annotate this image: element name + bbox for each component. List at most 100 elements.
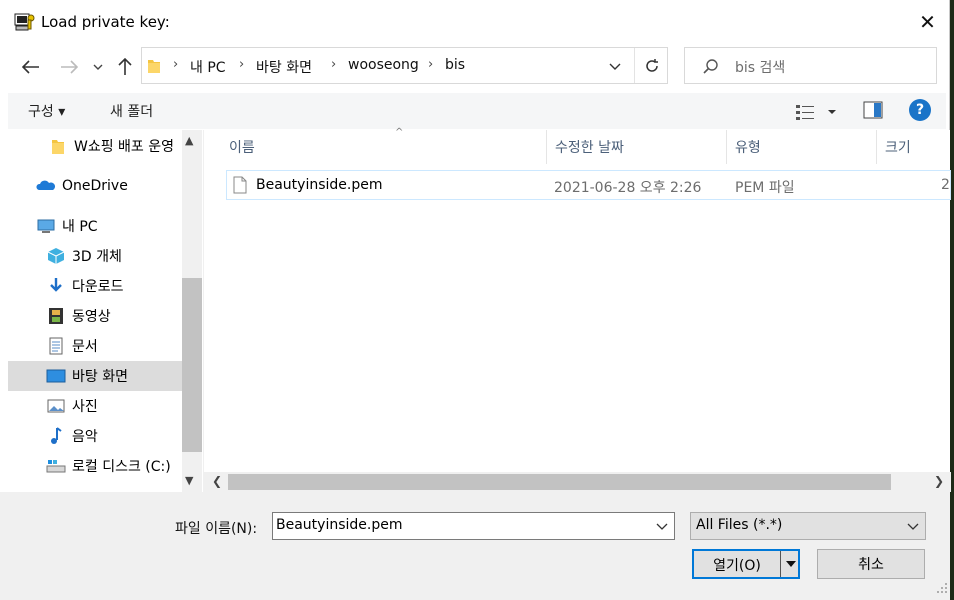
table-row[interactable]: Beautyinside.pem 2021-06-28 오후 2:26 PEM …	[226, 170, 951, 200]
column-header-date-modified[interactable]: 수정한 날짜	[547, 130, 727, 164]
nav-item-wshopping-folder[interactable]: W쇼핑 배포 운영	[8, 131, 182, 161]
nav-item-videos[interactable]: 동영상	[8, 301, 182, 331]
nav-item-label: 음악	[72, 429, 98, 445]
address-history-dropdown[interactable]	[600, 51, 630, 81]
preview-pane-icon[interactable]	[863, 101, 883, 119]
download-icon	[50, 278, 62, 292]
nav-item-onedrive[interactable]: OneDrive	[8, 171, 182, 201]
nav-item-label: 3D 개체	[72, 249, 122, 265]
refresh-button[interactable]	[634, 48, 669, 83]
nav-vertical-scrollbar[interactable]: ▲ ▼	[182, 130, 202, 492]
chevron-down-icon	[907, 523, 919, 530]
file-list-horizontal-scrollbar[interactable]: ❮ ❯	[204, 472, 951, 492]
breadcrumb-bis[interactable]: bis	[445, 57, 465, 73]
close-button[interactable]: ✕	[905, 0, 950, 44]
column-header-label: 이름	[229, 140, 255, 156]
file-name: Beautyinside.pem	[256, 177, 383, 193]
film-icon	[49, 308, 63, 324]
refresh-icon	[646, 58, 658, 72]
breadcrumb-separator: ›	[331, 57, 337, 72]
load-private-key-dialog: Load private key: ✕ › 내 PC › 바탕 화면 › woo…	[0, 0, 951, 600]
address-bar[interactable]: › 내 PC › 바탕 화면 › wooseong › bis	[141, 47, 668, 84]
drive-icon	[46, 460, 66, 473]
file-icon	[233, 176, 247, 194]
title-bar[interactable]: Load private key: ✕	[0, 0, 950, 44]
scroll-up-arrow-icon[interactable]: ▲	[185, 134, 193, 147]
file-type: PEM 파일	[735, 180, 795, 196]
arrow-right-icon	[61, 60, 78, 74]
filename-value[interactable]: Beautyinside.pem	[276, 517, 402, 533]
scrollbar-thumb[interactable]	[228, 474, 891, 490]
nav-item-desktop[interactable]: 바탕 화면	[8, 361, 182, 391]
nav-item-label: W쇼핑 배포 운영	[74, 139, 175, 155]
search-box[interactable]: bis 검색	[684, 47, 937, 84]
nav-item-downloads[interactable]: 다운로드	[8, 271, 182, 301]
navigation-pane[interactable]: W쇼핑 배포 운영 OneDrive 내 PC 3D 개체 다운로드 동영상 문…	[8, 130, 202, 492]
scrollbar-thumb[interactable]	[182, 278, 202, 452]
caret-down-icon	[785, 561, 796, 567]
nav-item-label: 바탕 화면	[72, 369, 128, 385]
nav-item-local-disk-c[interactable]: 로컬 디스크 (C:)	[8, 451, 182, 481]
nav-item-label: 다운로드	[72, 279, 124, 295]
chevron-down-icon[interactable]	[656, 517, 668, 535]
cancel-button-label: 취소	[858, 557, 884, 573]
scroll-down-arrow-icon[interactable]: ▼	[185, 474, 193, 487]
search-icon	[703, 59, 718, 74]
close-icon: ✕	[919, 10, 936, 34]
new-folder-button[interactable]: 새 폴더	[110, 101, 153, 121]
scroll-right-arrow-icon[interactable]: ❯	[934, 474, 944, 488]
up-button[interactable]	[110, 52, 140, 82]
column-header-size[interactable]: 크기	[877, 130, 951, 164]
forward-button[interactable]	[54, 52, 84, 82]
dialog-footer: 파일 이름(N): Beautyinside.pem All Files (*.…	[0, 492, 950, 600]
desktop-icon	[46, 369, 66, 383]
breadcrumb-desktop[interactable]: 바탕 화면	[256, 57, 312, 77]
breadcrumb-wooseong[interactable]: wooseong	[348, 57, 419, 73]
command-toolbar: 구성 ▾ 새 폴더 ?	[8, 93, 946, 129]
column-header-name[interactable]: 이름 ^	[221, 127, 547, 164]
column-header-label: 수정한 날짜	[555, 140, 624, 156]
organize-menu-button[interactable]: 구성 ▾	[28, 101, 65, 121]
filename-input[interactable]: Beautyinside.pem	[272, 512, 675, 540]
nav-item-label: 사진	[72, 399, 98, 415]
help-button[interactable]: ?	[909, 99, 931, 121]
column-header-label: 유형	[735, 140, 761, 156]
column-header-type[interactable]: 유형	[727, 130, 877, 164]
file-list-pane[interactable]: 이름 ^ 수정한 날짜 유형 크기 Beautyinside.pem 2021-…	[203, 127, 951, 492]
resize-grip-icon[interactable]	[934, 580, 948, 594]
nav-item-label: 내 PC	[62, 219, 98, 235]
back-button[interactable]	[16, 52, 46, 82]
change-view-button[interactable]	[796, 101, 840, 123]
open-button[interactable]: 열기(O)	[692, 549, 800, 579]
picture-icon	[47, 399, 65, 413]
chevron-down-icon	[609, 63, 621, 70]
putty-key-icon	[14, 13, 35, 31]
nav-item-label: 문서	[72, 339, 98, 355]
file-type-select[interactable]: All Files (*.*)	[690, 512, 926, 540]
cancel-button[interactable]: 취소	[817, 549, 925, 579]
open-options-dropdown[interactable]	[780, 551, 800, 577]
desktop-background	[950, 0, 954, 600]
breadcrumb-separator: ›	[239, 57, 245, 72]
scroll-left-arrow-icon[interactable]: ❮	[212, 474, 222, 488]
nav-item-my-pc[interactable]: 내 PC	[8, 211, 182, 241]
sort-ascending-icon: ^	[395, 127, 404, 138]
nav-item-documents[interactable]: 문서	[8, 331, 182, 361]
breadcrumb-my-pc[interactable]: 내 PC	[190, 57, 226, 77]
music-icon	[51, 427, 62, 444]
chevron-down-icon	[93, 64, 103, 70]
search-input[interactable]: bis 검색	[735, 57, 785, 77]
details-view-icon	[796, 105, 836, 120]
pc-icon	[37, 219, 55, 233]
nav-item-label: 로컬 디스크 (C:)	[72, 459, 171, 475]
file-size: 2	[941, 177, 950, 193]
nav-item-music[interactable]: 음악	[8, 421, 182, 451]
column-header-label: 크기	[885, 140, 911, 156]
nav-item-pictures[interactable]: 사진	[8, 391, 182, 421]
breadcrumb-separator: ›	[428, 57, 434, 72]
arrow-up-icon	[118, 58, 132, 75]
arrow-left-icon	[22, 60, 39, 74]
nav-item-3d-objects[interactable]: 3D 개체	[8, 241, 182, 271]
recent-locations-button[interactable]	[86, 52, 110, 82]
cube-icon	[47, 248, 65, 264]
